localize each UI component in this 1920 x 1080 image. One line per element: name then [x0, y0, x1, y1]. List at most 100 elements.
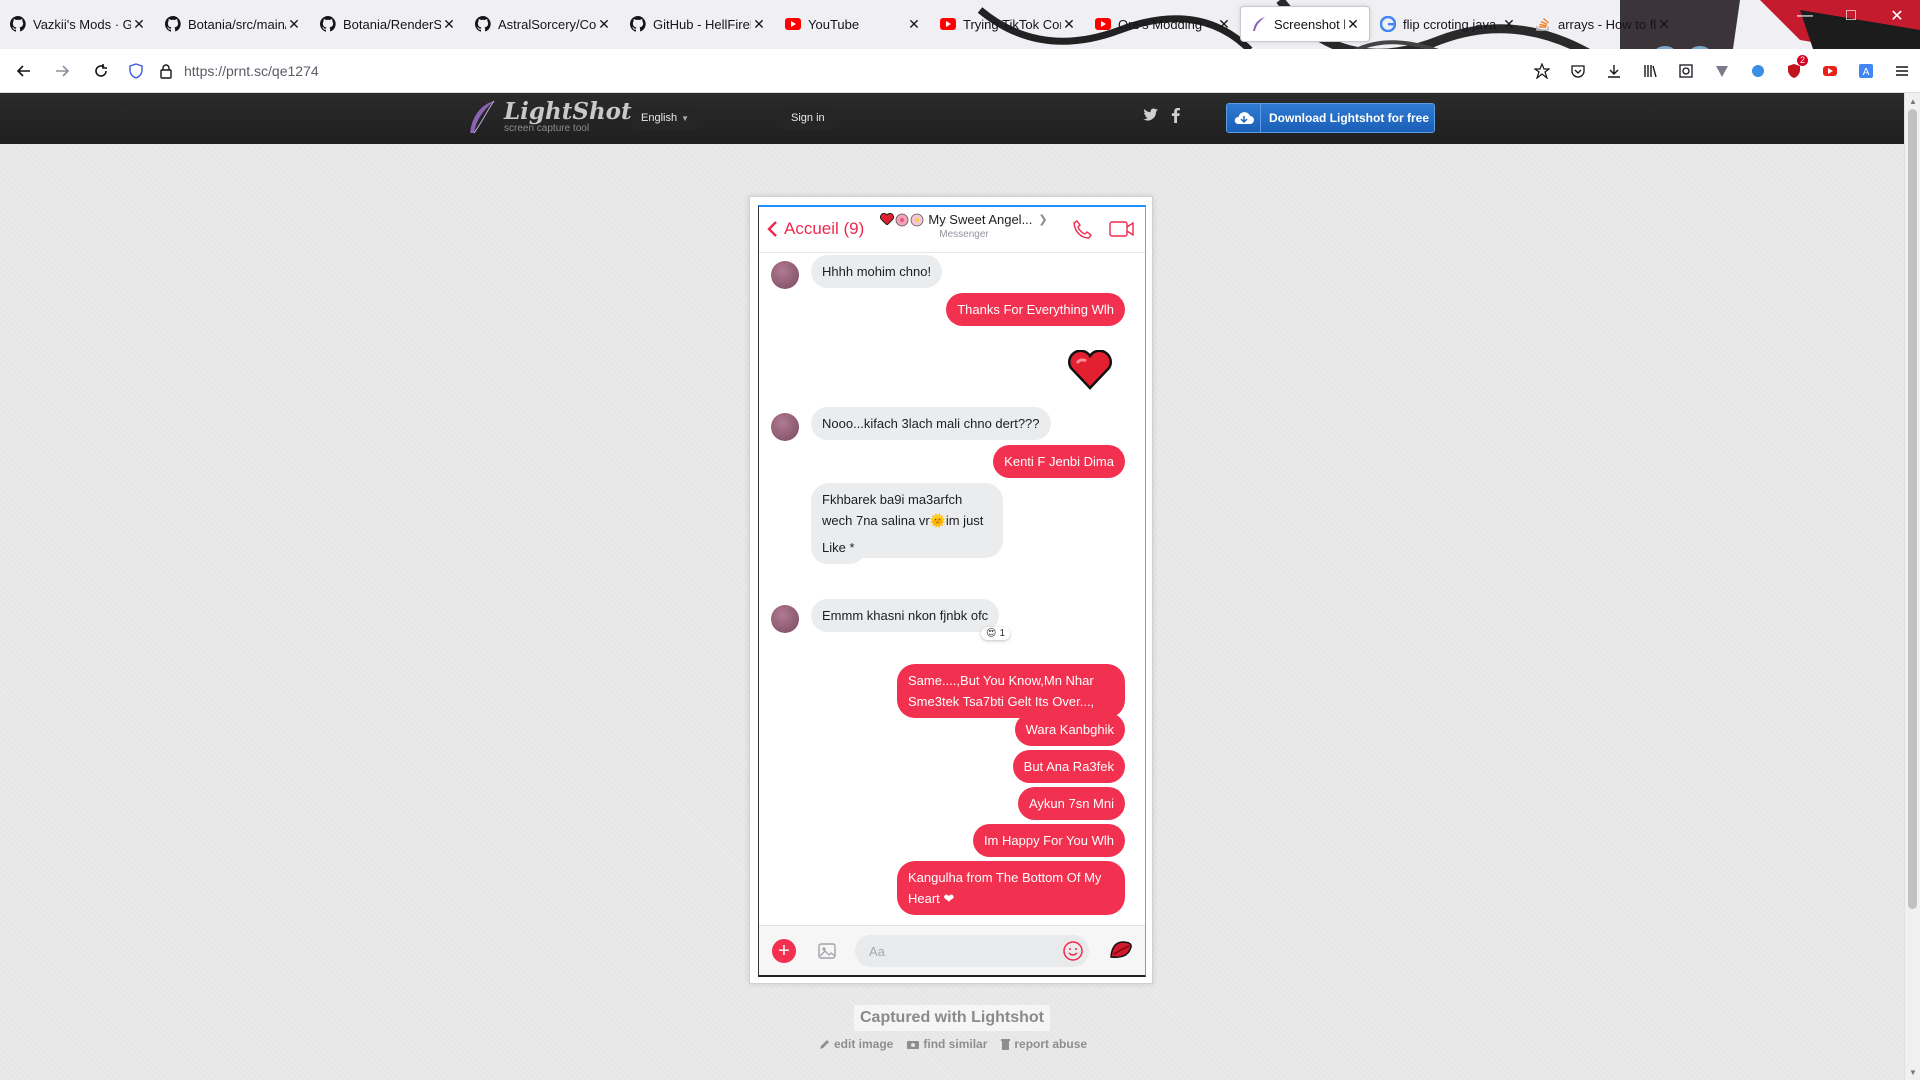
window-controls: — □ ✕ — [1782, 0, 1920, 32]
avatar[interactable] — [771, 605, 799, 633]
url-text[interactable]: https://prnt.sc/qe1274 — [184, 63, 319, 79]
conversation-title-block[interactable]: My Sweet Angel... ❯ Messenger — [879, 212, 1049, 240]
tab-close-icon[interactable]: ✕ — [1656, 16, 1672, 32]
find-similar-link[interactable]: find similar — [907, 1037, 987, 1051]
message-bubble-outgoing[interactable]: Im Happy For You Wlh — [972, 824, 1125, 857]
browser-tab[interactable]: GitHub - HellFireP ✕ — [620, 6, 775, 42]
feather-icon — [1251, 16, 1267, 32]
scroll-down-arrow-icon[interactable]: ▼ — [1905, 1064, 1920, 1080]
twitter-icon[interactable] — [1143, 108, 1159, 122]
screenshot-image[interactable]: Accueil (9) My Sweet Angel... ❯ Messenge… — [758, 205, 1146, 977]
google-icon — [1380, 16, 1396, 32]
emoji-smile-icon[interactable] — [1062, 940, 1084, 962]
lips-emoji-icon[interactable] — [1108, 939, 1134, 963]
message-bubble-incoming[interactable]: Emmm khasni nkon fjnbk ofc — [811, 599, 1000, 632]
tab-title: flip ccroting java — [1403, 16, 1497, 32]
heart-sticker-icon[interactable] — [1067, 350, 1113, 390]
message-input[interactable]: Aa — [855, 935, 1089, 967]
tab-close-icon[interactable]: ✕ — [1501, 16, 1517, 32]
logo-tagline: screen capture tool — [504, 123, 590, 134]
message-bubble-outgoing[interactable]: But Ana Ra3fek — [1012, 750, 1125, 783]
tab-close-icon[interactable]: ✕ — [1216, 16, 1232, 32]
browser-tab[interactable]: Screenshot by Ligh✕ — [1240, 6, 1370, 42]
address-bar[interactable]: https://prnt.sc/qe1274 — [128, 55, 1428, 87]
message-bubble-outgoing[interactable]: Same....,But You Know,Mn Nhar Sme3tek Ts… — [897, 664, 1125, 718]
browser-tab[interactable]: Ore's Modding - ✕ — [1085, 6, 1240, 42]
lock-icon[interactable] — [158, 63, 174, 79]
sign-in-button[interactable]: Sign in — [783, 106, 833, 130]
message-bubble-outgoing[interactable]: Kenti F Jenbi Dima — [993, 445, 1125, 478]
tab-close-icon[interactable]: ✕ — [441, 16, 457, 32]
github-icon — [475, 16, 491, 32]
browser-tab[interactable]: flip ccroting java ✕ — [1370, 6, 1525, 42]
tab-close-icon[interactable]: ✕ — [906, 16, 922, 32]
message-bubble-outgoing[interactable]: Thanks For Everything Wlh — [946, 293, 1125, 326]
browser-tab[interactable]: Trying TikTok Cor ✕ — [930, 6, 1085, 42]
shield-icon[interactable] — [128, 63, 144, 79]
tab-close-icon[interactable]: ✕ — [1061, 16, 1077, 32]
add-attachment-button[interactable]: + — [772, 939, 796, 963]
language-select[interactable]: English ▼ — [633, 106, 697, 130]
photo-icon[interactable] — [817, 941, 837, 961]
pencil-icon — [820, 1039, 829, 1049]
phone-call-icon[interactable] — [1072, 219, 1094, 241]
reload-button[interactable] — [89, 59, 113, 83]
message-bubble-outgoing[interactable]: Kangulha from The Bottom Of My Heart ❤ — [897, 861, 1125, 915]
message-reaction[interactable]: 😍 1 — [981, 627, 1010, 640]
youtube-extension-icon[interactable] — [1812, 53, 1848, 89]
browser-tab[interactable]: Botania/RenderSp ✕ — [310, 6, 465, 42]
tab-close-icon[interactable]: ✕ — [1345, 16, 1361, 32]
blossom-emoji-icon — [910, 213, 924, 226]
avatar[interactable] — [771, 261, 799, 289]
message-composer: + Aa — [759, 925, 1145, 975]
pocket-icon[interactable] — [1560, 53, 1596, 89]
translate-extension-icon[interactable]: A — [1848, 53, 1884, 89]
browser-nav-bar: https://prnt.sc/qe1274 2 A — [0, 49, 1920, 93]
browser-tab[interactable]: AstralSorcery/Com✕ — [465, 6, 620, 42]
browser-tab[interactable]: YouTube ✕ — [775, 6, 930, 42]
back-label: Accueil (9) — [784, 219, 865, 238]
scroll-up-arrow-icon[interactable]: ▲ — [1905, 93, 1920, 109]
browser-tab[interactable]: arrays - How to flip ✕ — [1525, 6, 1680, 42]
back-button[interactable] — [12, 59, 36, 83]
hamburger-menu-icon[interactable] — [1884, 53, 1920, 89]
forward-button[interactable] — [50, 59, 74, 83]
message-bubble-incoming[interactable]: Hhhh mohim chno! — [811, 255, 943, 288]
back-to-home-link[interactable]: Accueil (9) — [767, 219, 864, 239]
library-icon[interactable] — [1632, 53, 1668, 89]
download-lightshot-button[interactable]: Download Lightshot for free — [1226, 103, 1435, 133]
tab-title: Screenshot by Ligh — [1274, 16, 1345, 32]
downloads-icon[interactable] — [1596, 53, 1632, 89]
ublock-extension-icon[interactable]: 2 — [1776, 53, 1812, 89]
lightshot-logo[interactable]: LightShot screen capture tool — [466, 99, 632, 135]
tab-close-icon[interactable]: ✕ — [131, 16, 147, 32]
browser-tab[interactable]: Botania/src/main/✕ — [155, 6, 310, 42]
github-icon — [630, 16, 646, 32]
tab-close-icon[interactable]: ✕ — [596, 16, 612, 32]
maximize-window-button[interactable]: □ — [1828, 0, 1874, 32]
message-bubble-outgoing[interactable]: Wara Kanbghik — [1014, 713, 1125, 746]
facebook-icon[interactable] — [1171, 108, 1180, 123]
minimize-window-button[interactable]: — — [1782, 0, 1828, 32]
screenshot-extension-icon[interactable] — [1668, 53, 1704, 89]
tab-title: AstralSorcery/Com — [498, 16, 596, 32]
tab-close-icon[interactable]: ✕ — [286, 16, 302, 32]
reload-icon — [95, 64, 107, 77]
report-abuse-link[interactable]: report abuse — [1001, 1037, 1087, 1051]
globe-extension-icon[interactable] — [1740, 53, 1776, 89]
message-bubble-outgoing[interactable]: Aykun 7sn Mni — [1017, 787, 1125, 820]
bookmark-star-icon[interactable] — [1524, 53, 1560, 89]
message-bubble-incoming[interactable]: Nooo...kifach 3lach mali chno dert??? — [811, 407, 1051, 440]
vpn-extension-icon[interactable] — [1704, 53, 1740, 89]
download-cloud-icon — [1227, 104, 1261, 132]
scroll-thumb[interactable] — [1908, 109, 1917, 909]
close-window-button[interactable]: ✕ — [1874, 0, 1920, 32]
message-bubble-incoming[interactable]: Like * — [811, 531, 866, 564]
avatar[interactable] — [771, 413, 799, 441]
chevron-right-icon: ❯ — [1038, 214, 1048, 226]
video-call-icon[interactable] — [1109, 221, 1135, 237]
browser-tab[interactable]: Vazkii's Mods · GitH✕ — [0, 6, 155, 42]
tab-close-icon[interactable]: ✕ — [751, 16, 767, 32]
edit-image-link[interactable]: edit image — [819, 1037, 893, 1051]
page-scrollbar[interactable]: ▲ ▼ — [1904, 93, 1920, 1080]
